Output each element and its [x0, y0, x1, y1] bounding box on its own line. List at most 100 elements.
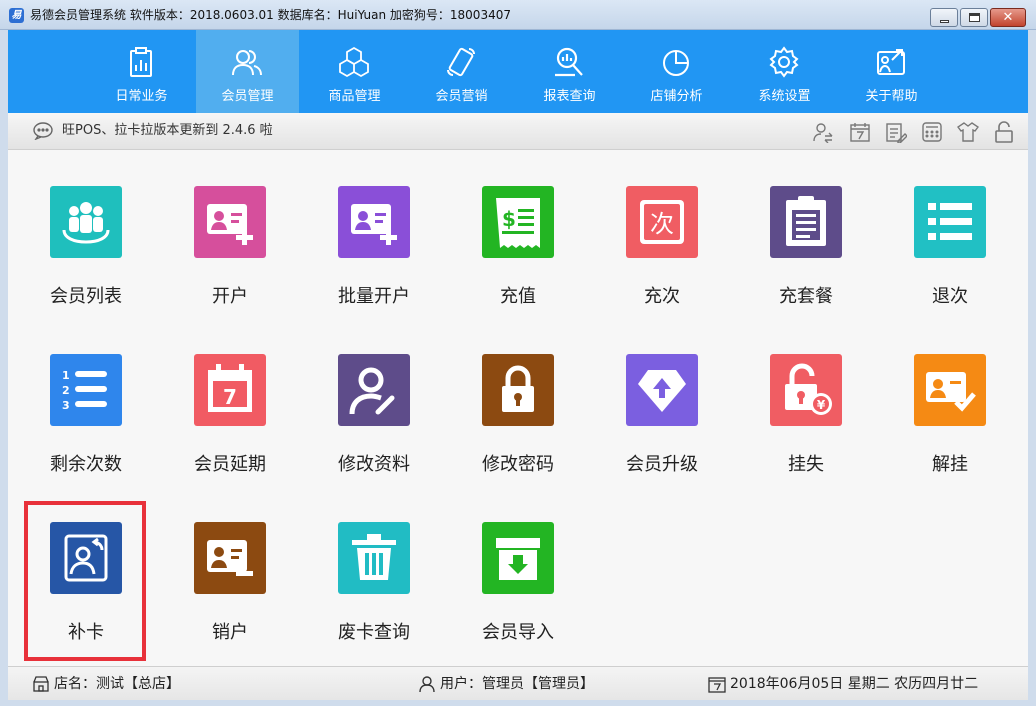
calendar-icon [708, 677, 726, 693]
window-title: 易德会员管理系统 软件版本：2018.0603.01 数据库名：HuiYuan … [30, 8, 511, 22]
function-panel: 会员列表 开户 批量开户 $ 充值 次 充次 充套餐 退次 1 2 3 剩余次数… [8, 150, 1028, 666]
tile-label: 开户 [212, 286, 248, 307]
edit-list-icon[interactable] [885, 121, 907, 143]
tile-batch-open-account[interactable]: 批量开户 [314, 150, 434, 307]
tile-label: 会员列表 [50, 286, 122, 307]
svg-text:次: 次 [650, 210, 674, 238]
svg-text:$: $ [502, 207, 516, 231]
batch-open-account-icon [338, 186, 410, 258]
return-times-icon [914, 186, 986, 258]
phone-icon [447, 47, 475, 77]
recharge-icon: $ [482, 186, 554, 258]
svg-text:¥: ¥ [817, 398, 826, 412]
tile-package[interactable]: 充套餐 [746, 150, 866, 307]
tile-edit-profile[interactable]: 修改资料 [314, 318, 434, 475]
chat-bubble-icon [33, 122, 53, 140]
nav-label: 日常业务 [115, 89, 168, 104]
recharge-times-icon: 次 [626, 186, 698, 258]
tile-label: 修改密码 [482, 454, 554, 475]
tile-recharge-times[interactable]: 次 充次 [602, 150, 722, 307]
store-icon [33, 676, 49, 692]
nav-label: 报表查询 [543, 89, 596, 104]
pie-chart-icon [663, 50, 689, 76]
app-logo-icon: 易 [9, 8, 24, 23]
close-button[interactable]: ✕ [990, 8, 1026, 27]
svg-text:3: 3 [62, 399, 70, 412]
shirt-icon[interactable] [957, 121, 979, 143]
notice-bar: 旺POS、拉卡拉版本更新到 2.4.6 啦 [8, 113, 1028, 150]
title-bar: 易 易德会员管理系统 软件版本：2018.0603.01 数据库名：HuiYua… [0, 0, 1036, 30]
tile-close-account[interactable]: 销户 [170, 486, 290, 643]
tile-unlock-card[interactable]: 解挂 [890, 318, 1010, 475]
tile-label: 废卡查询 [338, 622, 410, 643]
maximize-button[interactable] [960, 8, 988, 27]
nav-product-management[interactable]: 商品管理 [303, 30, 406, 113]
tile-label: 剩余次数 [50, 454, 122, 475]
nav-report-query[interactable]: 报表查询 [518, 30, 621, 113]
cubes-icon [339, 46, 369, 78]
member-list-icon [50, 186, 122, 258]
tile-label: 会员延期 [194, 454, 266, 475]
search-report-icon [555, 47, 583, 77]
nav-label: 系统设置 [758, 89, 811, 104]
svg-text:1: 1 [62, 369, 70, 382]
tile-label: 挂失 [788, 454, 824, 475]
nav-label: 会员管理 [221, 89, 274, 104]
status-bar: 店名：测试【总店】 用户：管理员【管理员】 2018年06月05日 星期二 农历… [8, 666, 1028, 700]
nav-system-settings[interactable]: 系统设置 [733, 30, 836, 113]
tile-calendar-extend[interactable]: 7 会员延期 [170, 318, 290, 475]
nav-daily-business[interactable]: 日常业务 [90, 30, 193, 113]
store-name: 店名：测试【总店】 [54, 676, 180, 692]
tile-change-password[interactable]: 修改密码 [458, 318, 578, 475]
minimize-button[interactable] [930, 8, 958, 27]
tile-remaining-times[interactable]: 1 2 3 剩余次数 [26, 318, 146, 475]
package-icon [770, 186, 842, 258]
tile-label: 会员升级 [626, 454, 698, 475]
lock-icon [482, 354, 554, 426]
report-loss-icon: ¥ [770, 354, 842, 426]
nav-label: 店铺分析 [650, 89, 703, 104]
nav-member-marketing[interactable]: 会员营销 [410, 30, 513, 113]
import-icon [482, 522, 554, 594]
tile-label: 充套餐 [779, 286, 833, 307]
calendar-icon[interactable] [849, 121, 871, 143]
unlock-card-icon [914, 354, 986, 426]
remaining-times-icon: 1 2 3 [50, 354, 122, 426]
tile-recharge[interactable]: $ 充值 [458, 150, 578, 307]
user-icon [419, 676, 435, 693]
calendar-extend-icon: 7 [194, 354, 266, 426]
tile-trash-card-query[interactable]: 废卡查询 [314, 486, 434, 643]
nav-member-management[interactable]: 会员管理 [196, 30, 299, 113]
tile-label: 修改资料 [338, 454, 410, 475]
tile-member-list[interactable]: 会员列表 [26, 150, 146, 307]
calculator-icon[interactable] [921, 121, 943, 143]
tile-open-account[interactable]: 开户 [170, 150, 290, 307]
users-icon [232, 50, 262, 76]
tile-member-import[interactable]: 会员导入 [458, 486, 578, 643]
trash-icon [338, 522, 410, 594]
user-name: 用户：管理员【管理员】 [440, 676, 594, 692]
tile-report-loss[interactable]: ¥ 挂失 [746, 318, 866, 475]
user-switch-icon[interactable] [812, 121, 834, 143]
nav-about-help[interactable]: 关于帮助 [840, 30, 943, 113]
main-nav: 日常业务 会员管理 商品管理 会员营销 报表查询 店铺分析 系统设置 关于帮助 [8, 30, 1028, 113]
svg-text:2: 2 [62, 384, 70, 397]
nav-label: 会员营销 [435, 89, 488, 104]
gear-icon [769, 46, 799, 78]
tile-upgrade[interactable]: 会员升级 [602, 318, 722, 475]
upgrade-icon [626, 354, 698, 426]
open-account-icon [194, 186, 266, 258]
tile-label: 充次 [644, 286, 680, 307]
help-icon [877, 49, 905, 75]
close-account-icon [194, 522, 266, 594]
tile-label: 充值 [500, 286, 536, 307]
nav-store-analysis[interactable]: 店铺分析 [625, 30, 728, 113]
tile-label: 退次 [932, 286, 968, 307]
notice-text[interactable]: 旺POS、拉卡拉版本更新到 2.4.6 啦 [62, 113, 273, 149]
lock-icon[interactable] [993, 121, 1015, 143]
svg-text:7: 7 [223, 385, 237, 409]
nav-label: 关于帮助 [865, 89, 918, 104]
tile-label: 批量开户 [338, 286, 410, 307]
tile-return-times[interactable]: 退次 [890, 150, 1010, 307]
tile-label: 销户 [212, 622, 248, 643]
